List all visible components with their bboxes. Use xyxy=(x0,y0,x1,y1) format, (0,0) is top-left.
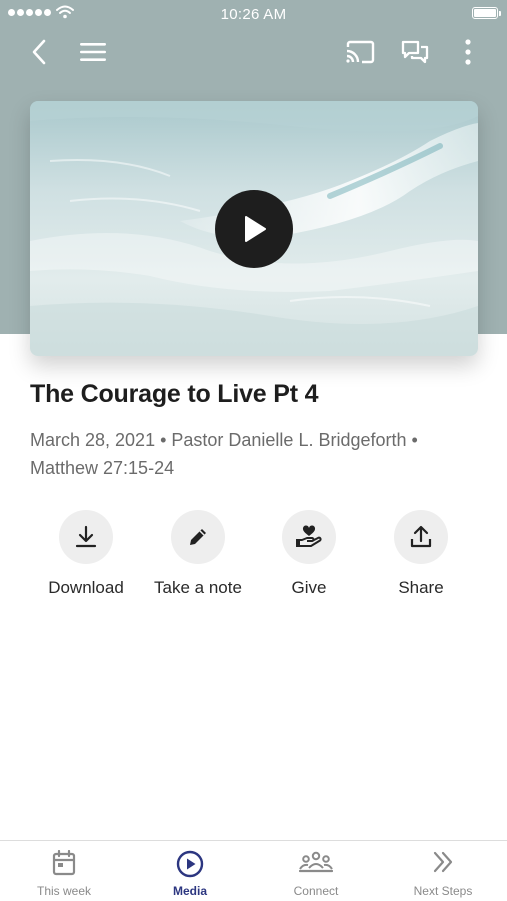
share-icon xyxy=(410,525,432,548)
give-icon xyxy=(296,525,322,547)
download-label: Download xyxy=(48,578,124,597)
tab-connect[interactable]: Connect xyxy=(253,841,379,901)
share-button[interactable]: Share xyxy=(356,510,486,598)
tab-this-week-label: This week xyxy=(36,884,92,898)
back-icon xyxy=(32,39,46,65)
give-label: Give xyxy=(291,578,327,597)
media-title: The Courage to Live Pt 4 xyxy=(30,380,319,408)
tab-media[interactable]: Media xyxy=(127,841,253,901)
media-meta-line2: Matthew 27:15-24 xyxy=(30,458,175,478)
chat-button[interactable] xyxy=(398,37,432,67)
double-chevron-icon xyxy=(433,851,453,873)
more-icon xyxy=(465,39,471,65)
back-button[interactable] xyxy=(24,36,54,68)
download-icon xyxy=(75,525,97,548)
cast-button[interactable] xyxy=(343,36,377,68)
people-icon xyxy=(299,851,333,873)
play-icon xyxy=(245,216,266,242)
action-row: Download Take a note Give Share xyxy=(0,510,507,610)
tab-next-steps-label: Next Steps xyxy=(413,884,473,898)
tab-next-steps[interactable]: Next Steps xyxy=(380,841,506,901)
media-meta: March 28, 2021 • Pastor Danielle L. Brid… xyxy=(30,426,480,482)
give-button-circle xyxy=(282,510,336,564)
tab-media-label: Media xyxy=(172,884,207,898)
calendar-icon xyxy=(52,850,76,876)
tab-this-week[interactable]: This week xyxy=(1,841,127,901)
share-label: Share xyxy=(398,578,444,597)
play-circle-icon xyxy=(176,850,204,878)
menu-button[interactable] xyxy=(78,38,108,66)
tab-connect-label: Connect xyxy=(293,884,339,898)
chat-icon xyxy=(401,40,429,64)
download-button[interactable]: Download xyxy=(21,510,151,598)
video-thumbnail[interactable] xyxy=(30,101,478,356)
give-button[interactable]: Give xyxy=(244,510,374,598)
take-note-button-circle xyxy=(171,510,225,564)
bottom-tab-bar: This week Media Connect Next Steps xyxy=(0,840,507,901)
media-meta-line1: March 28, 2021 • Pastor Danielle L. Brid… xyxy=(30,430,418,450)
download-button-circle xyxy=(59,510,113,564)
status-time: 10:26 AM xyxy=(220,6,287,23)
status-bar: 10:26 AM xyxy=(0,0,507,28)
cast-icon xyxy=(346,40,375,64)
menu-icon xyxy=(80,43,106,61)
share-button-circle xyxy=(394,510,448,564)
battery-icon xyxy=(472,7,501,19)
play-button[interactable] xyxy=(215,190,293,268)
pencil-icon xyxy=(190,529,206,545)
more-button[interactable] xyxy=(456,37,480,67)
